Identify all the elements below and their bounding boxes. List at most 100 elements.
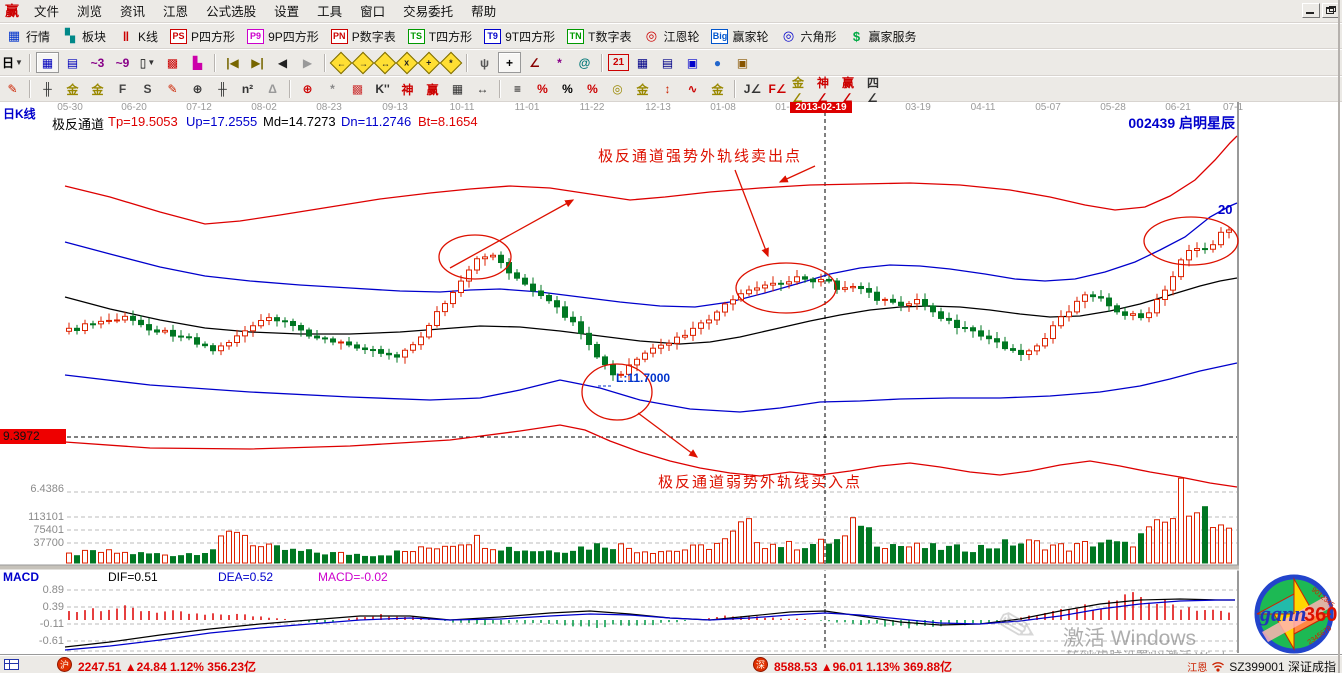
current-index-label[interactable]: SZ399001 深证成指 xyxy=(1229,658,1336,673)
v-measure-icon[interactable]: ↕ xyxy=(656,79,679,100)
toolbar-button-ps[interactable]: PSP四方形 xyxy=(164,26,241,47)
toolbar-button-tn[interactable]: TNT数字表 xyxy=(561,26,637,47)
menu-item-5[interactable]: 设置 xyxy=(265,3,308,21)
toolbar-button-kline[interactable]: ‖K线 xyxy=(112,26,164,47)
fit-screen-icon[interactable]: * xyxy=(440,51,463,74)
gold-angle-icon[interactable]: 金∠ xyxy=(791,79,814,100)
quote-table-icon[interactable] xyxy=(4,659,19,670)
toolbar-button-hexagon[interactable]: ◎六角形 xyxy=(775,26,843,47)
expand-horizontal-icon[interactable]: ↔ xyxy=(374,51,397,74)
brush-icon[interactable]: ✎ xyxy=(1,79,24,100)
save-icon[interactable]: ▣ xyxy=(681,52,704,73)
wave9-icon[interactable]: ~9 xyxy=(111,52,134,73)
gann-box-icon[interactable]: * xyxy=(548,52,571,73)
pattern-red-icon[interactable]: ▩ xyxy=(161,52,184,73)
compass-icon[interactable]: ⊕ xyxy=(186,79,209,100)
h-measure-icon[interactable]: ↔ xyxy=(471,79,494,100)
toolbar-button-blocks[interactable]: ▚板块 xyxy=(56,26,112,47)
starburst-icon[interactable]: * xyxy=(321,79,344,100)
menu-item-2[interactable]: 资讯 xyxy=(111,3,154,21)
toolbar-button-table[interactable]: ▦行情 xyxy=(0,26,56,47)
next-bar-icon[interactable]: ▶ xyxy=(296,52,319,73)
gold-grid-icon[interactable]: 金 xyxy=(61,79,84,100)
period-label[interactable]: 日K线 xyxy=(3,105,36,122)
compress-icon[interactable]: x xyxy=(396,51,419,74)
remote-icon[interactable]: ▣ xyxy=(731,52,754,73)
first-bar-icon[interactable]: |◀ xyxy=(221,52,244,73)
gold-levels-icon[interactable]: 金 xyxy=(631,79,654,100)
shift-right-icon[interactable]: → xyxy=(352,51,375,74)
shen-angle-icon[interactable]: 神∠ xyxy=(816,79,839,100)
f-angle-icon[interactable]: F∠ xyxy=(766,79,789,100)
calendar-icon[interactable]: 21 xyxy=(608,54,629,71)
stock-label[interactable]: 002439 启明星辰 xyxy=(1128,113,1235,133)
info-panel-icon[interactable]: ▤ xyxy=(61,52,84,73)
win-angle-icon[interactable]: 赢∠ xyxy=(841,79,864,100)
toolbar-button-winner-service[interactable]: $赢家服务 xyxy=(843,26,923,47)
toolbar-button-p9[interactable]: P99P四方形 xyxy=(241,26,325,47)
num-grid-icon[interactable]: ▦ xyxy=(446,79,469,100)
histogram-color-icon[interactable]: ▙ xyxy=(186,52,209,73)
fib-grid-icon[interactable]: F xyxy=(111,79,134,100)
win-grid-icon[interactable]: 赢 xyxy=(421,79,444,100)
grid-box-icon[interactable]: ▩ xyxy=(346,79,369,100)
date-label: 05-28 xyxy=(1085,102,1141,113)
percent-fan-icon[interactable]: % xyxy=(531,79,554,100)
four-angle-icon[interactable]: 四∠ xyxy=(866,79,889,100)
calculator-icon[interactable]: ▦ xyxy=(631,52,654,73)
candle-style-dropdown[interactable]: ▯ ▼ xyxy=(136,52,159,73)
toolbar-button-ts[interactable]: TST四方形 xyxy=(402,26,478,47)
menu-item-1[interactable]: 浏览 xyxy=(68,3,111,21)
shift-left-icon[interactable]: ← xyxy=(330,51,353,74)
last-bar-icon[interactable]: ▶| xyxy=(246,52,269,73)
macd-scale-3: -0.11 xyxy=(2,618,64,630)
date-label: 07-12 xyxy=(171,102,227,113)
zoom-in-icon[interactable]: + xyxy=(418,51,441,74)
circle-target-icon[interactable]: ⊕ xyxy=(296,79,319,100)
square-scale-icon[interactable]: n² xyxy=(236,79,259,100)
angle-measure-icon[interactable]: ∠ xyxy=(523,52,546,73)
percent-levels-icon[interactable]: % xyxy=(581,79,604,100)
toolbar-button-gann-wheel[interactable]: ◎江恩轮 xyxy=(637,26,705,47)
gold-grid2-icon[interactable]: 金 xyxy=(86,79,109,100)
price-ladder-icon[interactable]: ≡ xyxy=(506,79,529,100)
toolbar-button-label: 9P四方形 xyxy=(268,28,319,45)
crosshair-icon[interactable]: + xyxy=(498,52,521,73)
toolbar-button-winner-wheel[interactable]: Big赢家轮 xyxy=(705,26,774,47)
gann-wheel-tool-icon[interactable]: @ xyxy=(573,52,596,73)
memo-icon[interactable]: ▤ xyxy=(656,52,679,73)
menu-item-7[interactable]: 窗口 xyxy=(351,3,394,21)
scale-icon[interactable]: ╫ xyxy=(211,79,234,100)
winner-service-icon: $ xyxy=(849,29,865,44)
menu-item-8[interactable]: 交易委托 xyxy=(394,3,462,21)
prev-bar-icon[interactable]: ◀ xyxy=(271,52,294,73)
menu-item-6[interactable]: 工具 xyxy=(308,3,351,21)
wave3-icon[interactable]: ~3 xyxy=(86,52,109,73)
protractor-icon[interactable]: Δ xyxy=(261,79,284,100)
menu-item-9[interactable]: 帮助 xyxy=(462,3,505,21)
menu-item-4[interactable]: 公式选股 xyxy=(197,3,265,21)
percent-icon[interactable]: % xyxy=(556,79,579,100)
menu-item-3[interactable]: 江恩 xyxy=(154,3,197,21)
pan-hand-icon[interactable]: ψ xyxy=(473,52,496,73)
menu-item-0[interactable]: 文件 xyxy=(25,3,68,21)
shen-grid-icon[interactable]: 神 xyxy=(396,79,419,100)
wave-channel-icon[interactable]: ∿ xyxy=(681,79,704,100)
web-icon[interactable]: ● xyxy=(706,52,729,73)
minimize-button[interactable] xyxy=(1302,3,1320,18)
grid-tool-icon[interactable]: ╫ xyxy=(36,79,59,100)
zigzag-pattern-icon[interactable]: ▦ xyxy=(36,52,59,73)
period-day-dropdown[interactable]: 日 ▼ xyxy=(1,52,24,73)
marker-icon[interactable]: ✎ xyxy=(161,79,184,100)
toolbar-button-t9[interactable]: T99T四方形 xyxy=(478,26,561,47)
date-label: 08-23 xyxy=(301,102,357,113)
j-angle-icon[interactable]: J∠ xyxy=(741,79,764,100)
k-mark-icon[interactable]: K'' xyxy=(371,79,394,100)
shenzhen-index-icon: 深 xyxy=(753,657,768,672)
macd-label[interactable]: MACD xyxy=(3,570,39,584)
toolbar-button-pn[interactable]: PNP数字表 xyxy=(325,26,402,47)
gold-ring-icon[interactable]: ◎ xyxy=(606,79,629,100)
spiral-icon[interactable]: S xyxy=(136,79,159,100)
gold-box-icon[interactable]: 金 xyxy=(706,79,729,100)
toolbar-button-label: 板块 xyxy=(82,28,106,45)
